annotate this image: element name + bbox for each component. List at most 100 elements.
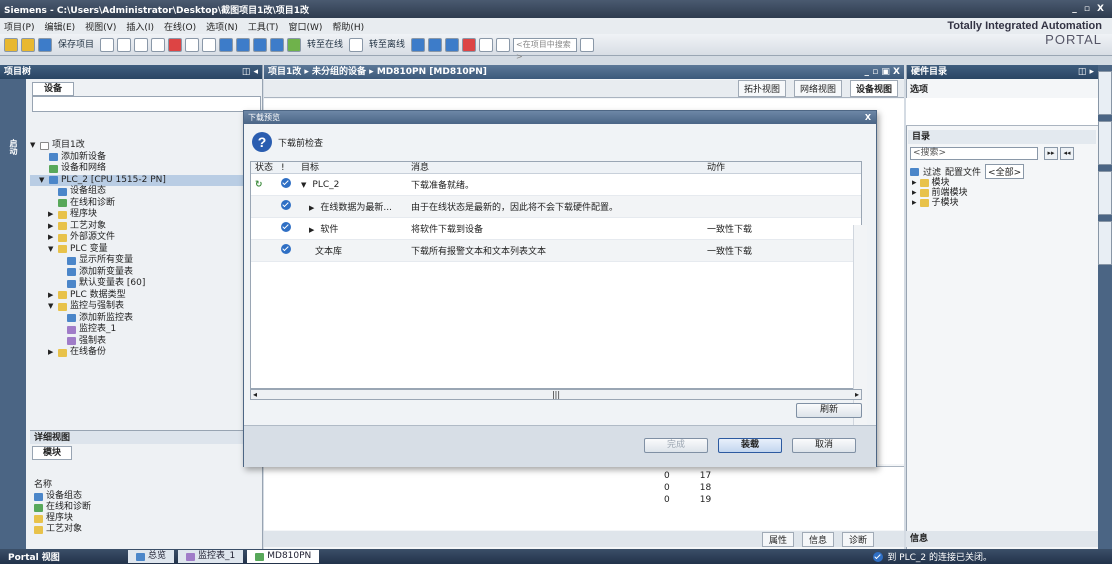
open-project-icon[interactable] bbox=[21, 37, 35, 52]
start-strip[interactable]: 启动 bbox=[0, 79, 26, 549]
portal-view-button[interactable]: Portal 视图 bbox=[0, 550, 128, 563]
tree-item[interactable]: ▼ PLC_2 [CPU 1515-2 PN] bbox=[30, 174, 260, 186]
go-offline-icon[interactable] bbox=[349, 37, 364, 52]
topology-view-tab[interactable]: 拓扑视图 bbox=[737, 80, 786, 97]
task-overview[interactable]: 总览 bbox=[128, 550, 175, 563]
pin-pane-icon[interactable]: ◫ ▸ bbox=[1078, 65, 1098, 79]
tree-item[interactable]: 添加新监控表 bbox=[30, 313, 260, 325]
tree-item[interactable]: ▼ 监控与强制表 bbox=[30, 301, 260, 313]
expand-arrow-icon[interactable]: ▶ bbox=[48, 221, 55, 233]
menu-online[interactable]: 在线(O) bbox=[164, 20, 196, 33]
refresh-button[interactable]: 刷新 bbox=[796, 403, 862, 418]
stop-cpu-icon[interactable] bbox=[445, 37, 460, 52]
tree-item[interactable]: ▶ 在线备份 bbox=[30, 347, 260, 359]
copy-icon[interactable] bbox=[134, 37, 149, 52]
table-row[interactable]: 0 17 bbox=[664, 470, 711, 482]
scroll-thumb[interactable]: ||| bbox=[552, 390, 560, 399]
expand-arrow-icon[interactable]: ▼ bbox=[48, 244, 55, 256]
module-tab[interactable]: 模块 bbox=[32, 446, 72, 460]
tree-item[interactable]: ▶ 工艺对象 bbox=[30, 221, 260, 233]
split-horizontal-icon[interactable] bbox=[479, 37, 494, 52]
print-icon[interactable] bbox=[100, 37, 115, 52]
profile-select[interactable]: <全部> bbox=[985, 164, 1025, 179]
task-watch-table[interactable]: 监控表_1 bbox=[178, 550, 244, 563]
collapse-pane-icon[interactable]: ◫ ◂ bbox=[242, 65, 262, 79]
tree-item[interactable]: 添加新变量表 bbox=[30, 267, 260, 279]
cross-reference-icon[interactable] bbox=[462, 37, 477, 52]
check-row[interactable]: ▶ 软件 将软件下载到设备 一致性下载 bbox=[251, 218, 861, 240]
go-offline-button[interactable]: 转至离线 bbox=[366, 38, 408, 52]
search-next-icon[interactable]: ▸▸ bbox=[1044, 147, 1058, 160]
tree-item[interactable]: 在线和诊断 bbox=[30, 198, 260, 210]
task-card-tab[interactable] bbox=[1098, 171, 1112, 215]
simulation-icon[interactable] bbox=[270, 37, 285, 52]
tree-item[interactable]: ▶ 程序块 bbox=[30, 209, 260, 221]
go-online-button[interactable]: 转至在线 bbox=[304, 38, 346, 52]
expand-arrow-icon[interactable]: ▸ bbox=[912, 188, 917, 198]
save-project-button[interactable]: 保存项目 bbox=[55, 38, 97, 52]
editor-window-controls[interactable]: _ ▫ ▣ X bbox=[865, 65, 904, 79]
target-column[interactable]: 目标 bbox=[301, 162, 411, 173]
split-vertical-icon[interactable] bbox=[496, 37, 511, 52]
menu-view[interactable]: 视图(V) bbox=[85, 20, 116, 33]
task-card-tab[interactable] bbox=[1098, 221, 1112, 265]
tree-item[interactable]: ▼ PLC 变量 bbox=[30, 244, 260, 256]
diagnostics-tab[interactable]: 诊断 bbox=[841, 531, 874, 547]
tree-item[interactable]: 监控表_1 bbox=[30, 324, 260, 336]
check-row[interactable]: ↻ ▼ PLC_2 下载准备就绪。 bbox=[251, 174, 861, 196]
go-online-icon[interactable] bbox=[287, 37, 302, 52]
finish-button[interactable]: 完成 bbox=[644, 438, 708, 453]
menu-window[interactable]: 窗口(W) bbox=[288, 20, 322, 33]
window-controls[interactable]: _ ▫ X bbox=[1072, 4, 1112, 14]
tree-item[interactable]: 默认变量表 [60] bbox=[30, 278, 260, 290]
expand-arrow-icon[interactable]: ▸ bbox=[912, 178, 917, 188]
expand-arrow-icon[interactable]: ▶ bbox=[48, 209, 55, 221]
action-select[interactable]: 一致性下载 bbox=[707, 222, 827, 235]
detail-view-header[interactable]: 详细视图 bbox=[30, 430, 262, 444]
catalog-item[interactable]: ▸ 模块 bbox=[912, 178, 968, 188]
project-search-input[interactable]: <在项目中搜索> bbox=[513, 37, 578, 61]
redo-icon[interactable] bbox=[202, 37, 217, 52]
detail-row[interactable]: 工艺对象 bbox=[32, 524, 262, 535]
check-row[interactable]: ▶ 在线数据为最新... 由于在线状态是最新的，因此将不会下载硬件配置。 bbox=[251, 196, 861, 218]
expand-arrow-icon[interactable]: ▶ bbox=[309, 226, 314, 234]
task-device[interactable]: MD810PN bbox=[247, 550, 320, 563]
tree-item[interactable]: 设备和网络 bbox=[30, 163, 260, 175]
save-icon[interactable] bbox=[38, 37, 52, 52]
catalog-search-input[interactable]: <搜索> bbox=[910, 147, 1038, 160]
cut-icon[interactable] bbox=[117, 37, 132, 52]
check-row[interactable]: 文本库 下载所有报警文本和文本列表文本 一致性下载 bbox=[251, 240, 861, 262]
paste-icon[interactable] bbox=[151, 37, 166, 52]
detail-row[interactable]: 在线和诊断 bbox=[32, 502, 262, 513]
table-row[interactable]: 0 18 bbox=[664, 482, 711, 494]
menu-insert[interactable]: 插入(I) bbox=[126, 20, 154, 33]
device-view-tab[interactable]: 设备视图 bbox=[849, 80, 898, 97]
task-card-tab[interactable] bbox=[1098, 121, 1112, 165]
scroll-left-icon[interactable]: ◂ bbox=[253, 390, 257, 399]
info-section-header[interactable]: 信息 bbox=[906, 531, 1098, 547]
expand-arrow-icon[interactable]: ▼ bbox=[30, 140, 37, 152]
table-row[interactable]: 0 19 bbox=[664, 494, 711, 506]
menu-options[interactable]: 选项(N) bbox=[206, 20, 238, 33]
detail-row[interactable]: 设备组态 bbox=[32, 491, 262, 502]
expand-arrow-icon[interactable]: ▶ bbox=[309, 204, 314, 212]
task-card-tab[interactable] bbox=[1098, 71, 1112, 115]
start-cpu-icon[interactable] bbox=[428, 37, 443, 52]
filter-checkbox[interactable] bbox=[910, 167, 919, 176]
priority-column[interactable]: ! bbox=[281, 162, 301, 173]
tree-item[interactable]: ▶ PLC 数据类型 bbox=[30, 290, 260, 302]
message-column[interactable]: 消息 bbox=[411, 162, 707, 173]
status-column[interactable]: 状态 bbox=[251, 162, 281, 173]
menu-project[interactable]: 项目(P) bbox=[4, 20, 34, 33]
expand-arrow-icon[interactable]: ▶ bbox=[48, 290, 55, 302]
menu-help[interactable]: 帮助(H) bbox=[332, 20, 364, 33]
upload-icon[interactable] bbox=[253, 37, 268, 52]
delete-icon[interactable] bbox=[168, 37, 183, 52]
menu-tools[interactable]: 工具(T) bbox=[248, 20, 279, 33]
compile-icon[interactable] bbox=[219, 37, 234, 52]
scroll-right-icon[interactable]: ▸ bbox=[855, 390, 859, 399]
menu-edit[interactable]: 编辑(E) bbox=[44, 20, 75, 33]
catalog-item[interactable]: ▸ 前端模块 bbox=[912, 188, 968, 198]
load-button[interactable]: 装载 bbox=[718, 438, 782, 453]
catalog-section-header[interactable]: 目录 bbox=[908, 130, 1096, 144]
